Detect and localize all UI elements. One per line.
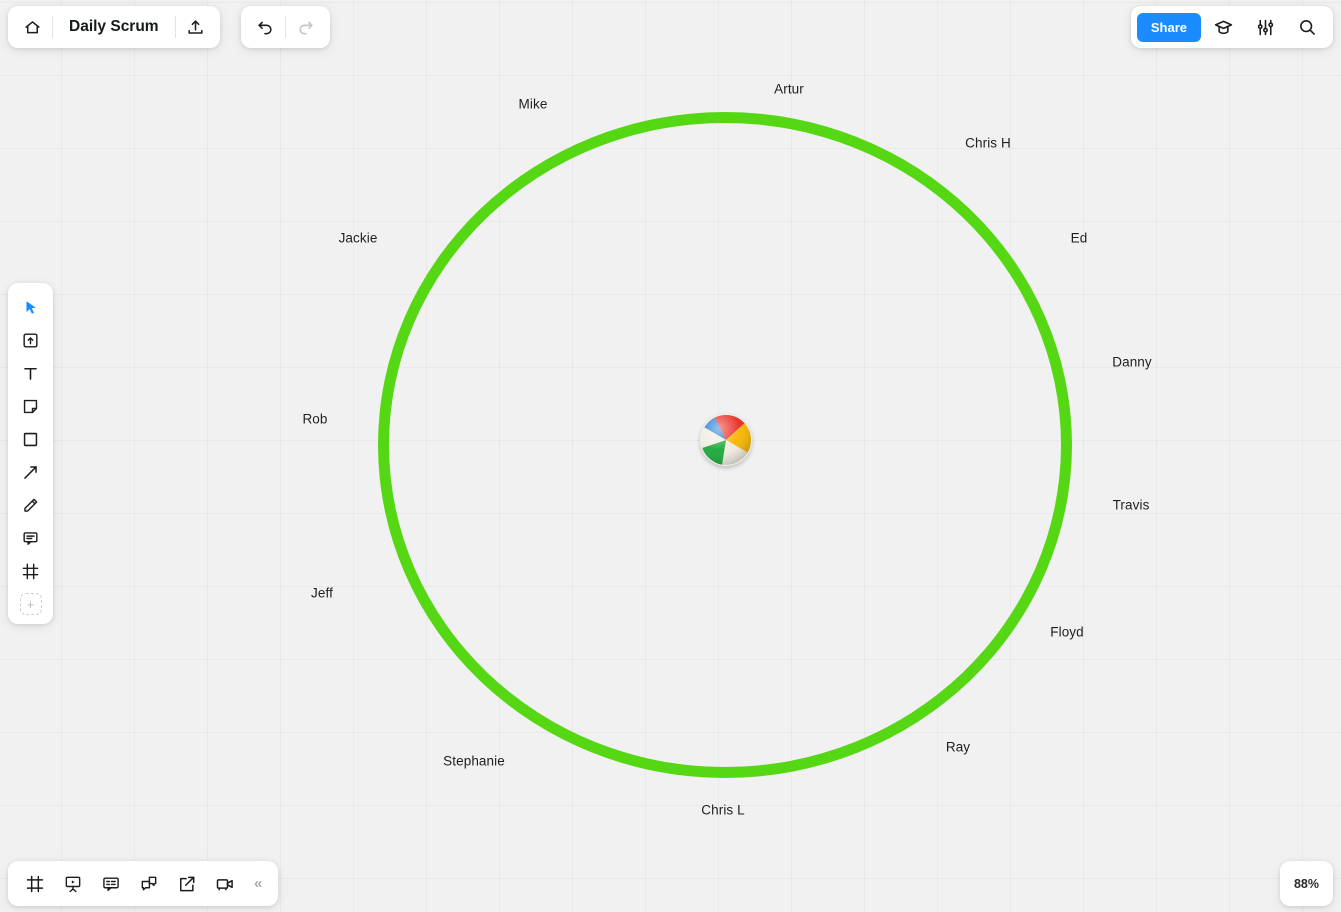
collapse-toolbar-button[interactable]: « <box>244 875 270 892</box>
text-tool[interactable] <box>14 357 48 390</box>
comment-icon <box>23 532 38 545</box>
history-toolbar <box>241 6 330 48</box>
zoom-level-label: 88% <box>1293 876 1320 891</box>
external-link-icon <box>180 876 195 891</box>
zoom-control[interactable]: 88% <box>1280 861 1333 906</box>
video-camera-icon <box>216 878 233 890</box>
participant-label[interactable]: Jackie <box>339 231 378 246</box>
text-icon <box>24 367 37 380</box>
participant-label[interactable]: Artur <box>774 82 804 97</box>
actions-toolbar: Share <box>1130 6 1333 48</box>
upload-box-icon <box>23 333 38 348</box>
presentation-button[interactable] <box>56 867 90 901</box>
video-button[interactable] <box>208 867 242 901</box>
participant-label[interactable]: Floyd <box>1050 625 1084 640</box>
upload-icon <box>188 19 203 34</box>
participant-label[interactable]: Mike <box>519 97 548 112</box>
chat-button[interactable] <box>132 867 166 901</box>
frame-icon <box>22 563 39 580</box>
participant-label[interactable]: Chris L <box>701 803 744 818</box>
document-toolbar: Daily Scrum <box>8 6 220 48</box>
participant-label[interactable]: Ray <box>946 740 970 755</box>
participant-label[interactable]: Travis <box>1113 498 1150 513</box>
chat-bubbles-icon <box>141 876 157 890</box>
settings-button[interactable] <box>1245 10 1285 44</box>
beach-ball-image[interactable] <box>700 414 752 466</box>
upload-button[interactable] <box>176 10 216 44</box>
comment-list-icon <box>103 876 119 891</box>
redo-button[interactable] <box>286 10 326 44</box>
whiteboard-app: Artur Mike Chris H Jackie Ed Danny Rob Travis Je… <box>0 0 1341 912</box>
sticky-note-icon <box>23 399 38 414</box>
undo-button[interactable] <box>245 10 285 44</box>
home-icon <box>24 20 40 33</box>
participant-label[interactable]: Rob <box>302 412 327 427</box>
cursor-icon <box>26 300 36 314</box>
arrow-icon <box>24 466 37 479</box>
square-icon <box>23 432 38 447</box>
shape-tool[interactable] <box>14 423 48 456</box>
export-button[interactable] <box>170 867 204 901</box>
undo-icon <box>258 21 272 35</box>
presentation-icon <box>65 876 81 892</box>
home-button[interactable] <box>12 10 52 44</box>
bottom-toolbar: « <box>8 861 279 906</box>
add-tool-button[interactable]: + <box>19 593 42 615</box>
participant-label[interactable]: Jeff <box>311 586 333 601</box>
pen-tool[interactable] <box>14 489 48 522</box>
select-tool[interactable] <box>14 291 48 324</box>
sliders-icon <box>1257 19 1273 35</box>
document-title[interactable]: Daily Scrum <box>53 18 175 36</box>
frame-tool[interactable] <box>14 555 48 588</box>
search-button[interactable] <box>1287 10 1327 44</box>
learn-button[interactable] <box>1203 10 1243 44</box>
arrow-tool[interactable] <box>14 456 48 489</box>
sticky-tool[interactable] <box>14 390 48 423</box>
tool-rail: + <box>8 283 53 624</box>
redo-icon <box>299 21 313 35</box>
pencil-icon <box>24 498 38 512</box>
participant-label[interactable]: Danny <box>1112 355 1152 370</box>
graduation-cap-icon <box>1214 20 1232 34</box>
participant-label[interactable]: Chris H <box>965 136 1011 151</box>
search-icon <box>1300 20 1315 35</box>
frames-button[interactable] <box>18 867 52 901</box>
comment-tool[interactable] <box>14 522 48 555</box>
comments-button[interactable] <box>94 867 128 901</box>
whiteboard-canvas[interactable]: Artur Mike Chris H Jackie Ed Danny Rob Travis Je… <box>0 0 1341 912</box>
participant-label[interactable]: Stephanie <box>443 754 505 769</box>
frames-icon <box>26 875 44 892</box>
share-button[interactable]: Share <box>1136 12 1201 42</box>
participant-label[interactable]: Ed <box>1071 231 1088 246</box>
upload-tool[interactable] <box>14 324 48 357</box>
beach-ball-icon <box>701 415 751 465</box>
